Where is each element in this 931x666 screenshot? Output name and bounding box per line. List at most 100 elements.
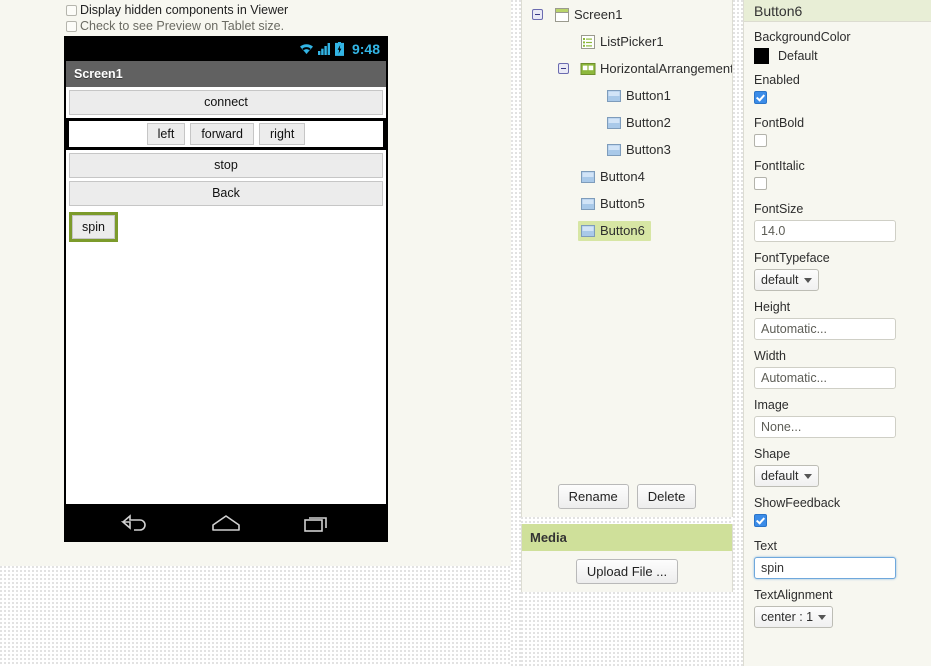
tree-item-body[interactable]: HorizontalArrangement1 xyxy=(578,59,732,79)
property-showfeedback: ShowFeedback xyxy=(754,496,921,530)
properties-panel-header: Button6 xyxy=(744,0,931,22)
horizontal-arrangement-icon xyxy=(580,62,596,75)
chevron-down-icon xyxy=(818,614,827,620)
property-textalignment: TextAlignment center : 1 xyxy=(754,588,921,628)
property-select[interactable]: default xyxy=(754,465,819,487)
battery-icon xyxy=(334,41,344,56)
property-text-input[interactable]: spin xyxy=(754,557,896,579)
tree-item-label: Button6 xyxy=(600,222,645,238)
panel-gap-right xyxy=(733,0,743,666)
checkbox-display-hidden[interactable] xyxy=(66,4,77,16)
properties-panel: Button6 BackgroundColor Default Enabled Fon… xyxy=(743,0,931,666)
button-icon xyxy=(607,116,621,129)
screen-canvas[interactable]: Screen1 connect left forward right stop … xyxy=(66,61,386,516)
property-label: Enabled xyxy=(754,73,800,87)
property-label: Width xyxy=(754,349,786,363)
property-fontbold: FontBold xyxy=(754,116,921,150)
home-icon[interactable] xyxy=(210,513,242,533)
property-select[interactable]: default xyxy=(754,269,819,291)
button-icon xyxy=(581,170,595,183)
property-checkbox[interactable] xyxy=(754,514,767,527)
back-icon[interactable] xyxy=(120,513,150,533)
property-label: TextAlignment xyxy=(754,588,833,602)
property-select-value: default xyxy=(761,273,799,287)
property-label: Image xyxy=(754,398,789,412)
tree-item-body[interactable]: Button4 xyxy=(578,167,651,187)
tree-item-label: Button5 xyxy=(600,195,645,211)
tree-item-button2[interactable]: Button2 xyxy=(522,109,732,136)
mock-button-left[interactable]: left xyxy=(146,123,186,145)
media-panel-header: Media xyxy=(522,524,732,551)
screen-titlebar: Screen1 xyxy=(66,61,386,87)
color-value-label: Default xyxy=(778,49,818,63)
property-text-input[interactable]: Automatic... xyxy=(754,367,896,389)
tree-item-label: Button1 xyxy=(626,87,671,103)
tree-item-button3[interactable]: Button3 xyxy=(522,136,732,163)
tree-item-body[interactable]: Screen1 xyxy=(552,5,628,25)
upload-file-button[interactable]: Upload File ... xyxy=(575,559,679,584)
components-tree: Screen1 ListPicker1 HorizontalArrangement1… xyxy=(522,0,732,244)
mock-button-back[interactable]: Back xyxy=(69,181,383,206)
property-label: FontItalic xyxy=(754,159,805,173)
property-text-input[interactable]: None... xyxy=(754,416,896,438)
property-text: Text spin xyxy=(754,539,921,579)
viewer-bottom-texture xyxy=(0,566,511,666)
recents-icon[interactable] xyxy=(302,513,332,533)
mock-button-connect[interactable]: connect xyxy=(69,90,383,115)
button-icon xyxy=(607,143,621,156)
option-display-hidden-components[interactable]: Display hidden components in Viewer xyxy=(0,0,511,18)
property-fontitalic: FontItalic xyxy=(754,159,921,193)
tree-item-label: Button4 xyxy=(600,168,645,184)
tree-item-button5[interactable]: Button5 xyxy=(522,190,732,217)
property-checkbox[interactable] xyxy=(754,91,767,104)
tree-item-button6[interactable]: Button6 xyxy=(522,217,732,244)
tree-item-body[interactable]: Button6 xyxy=(578,220,651,241)
property-label: ShowFeedback xyxy=(754,496,841,510)
property-shape: Shape default xyxy=(754,447,921,487)
property-checkbox[interactable] xyxy=(754,134,767,147)
property-text-input[interactable]: 14.0 xyxy=(754,220,896,242)
mock-button-right[interactable]: right xyxy=(259,123,306,145)
tree-item-body[interactable]: Button5 xyxy=(578,194,651,214)
mock-button-forward[interactable]: forward xyxy=(190,123,255,145)
panel-gap-left xyxy=(511,0,521,666)
property-select-value: default xyxy=(761,469,799,483)
android-navigation-bar xyxy=(64,504,388,542)
tree-item-label: ListPicker1 xyxy=(600,33,664,49)
tree-item-body[interactable]: Button3 xyxy=(604,140,677,160)
checkbox-tablet-preview[interactable] xyxy=(66,20,77,32)
property-select[interactable]: center : 1 xyxy=(754,606,834,628)
property-text-input[interactable]: Automatic... xyxy=(754,318,896,340)
chevron-down-icon xyxy=(803,473,812,479)
delete-button[interactable]: Delete xyxy=(636,483,697,509)
mock-button-stop[interactable]: stop xyxy=(69,153,383,178)
tree-item-button1[interactable]: Button1 xyxy=(522,82,732,109)
mock-button-spin-selected[interactable]: spin xyxy=(69,212,118,242)
chevron-down-icon xyxy=(803,277,812,283)
option-label: Display hidden components in Viewer xyxy=(80,3,289,17)
property-label: Shape xyxy=(754,447,791,461)
color-picker[interactable]: Default xyxy=(754,48,921,64)
tree-item-body[interactable]: ListPicker1 xyxy=(578,32,670,52)
tree-collapse-toggle[interactable] xyxy=(532,9,543,20)
property-height: Height Automatic... xyxy=(754,300,921,340)
tree-action-buttons: Rename Delete xyxy=(522,475,732,517)
mock-horizontal-arrangement[interactable]: left forward right xyxy=(66,118,386,150)
tree-item-horizontalarrangement1[interactable]: HorizontalArrangement1 xyxy=(522,55,732,82)
tree-item-screen1[interactable]: Screen1 xyxy=(522,1,732,28)
tree-item-listpicker1[interactable]: ListPicker1 xyxy=(522,28,732,55)
phone-mockup: 9:48 Screen1 connect left forward right … xyxy=(64,36,388,542)
property-label: FontTypeface xyxy=(754,251,830,265)
rename-button[interactable]: Rename xyxy=(557,483,629,509)
tree-item-button4[interactable]: Button4 xyxy=(522,163,732,190)
tree-item-body[interactable]: Button1 xyxy=(604,86,677,106)
tree-item-body[interactable]: Button2 xyxy=(604,113,677,133)
tree-collapse-toggle[interactable] xyxy=(558,63,569,74)
property-checkbox[interactable] xyxy=(754,177,767,190)
property-enabled: Enabled xyxy=(754,73,921,107)
property-width: Width Automatic... xyxy=(754,349,921,389)
android-status-bar: 9:48 xyxy=(64,36,388,61)
option-tablet-preview[interactable]: Check to see Preview on Tablet size. xyxy=(0,18,511,34)
mock-button-spin[interactable]: spin xyxy=(72,215,115,239)
color-swatch-icon[interactable] xyxy=(754,48,769,64)
